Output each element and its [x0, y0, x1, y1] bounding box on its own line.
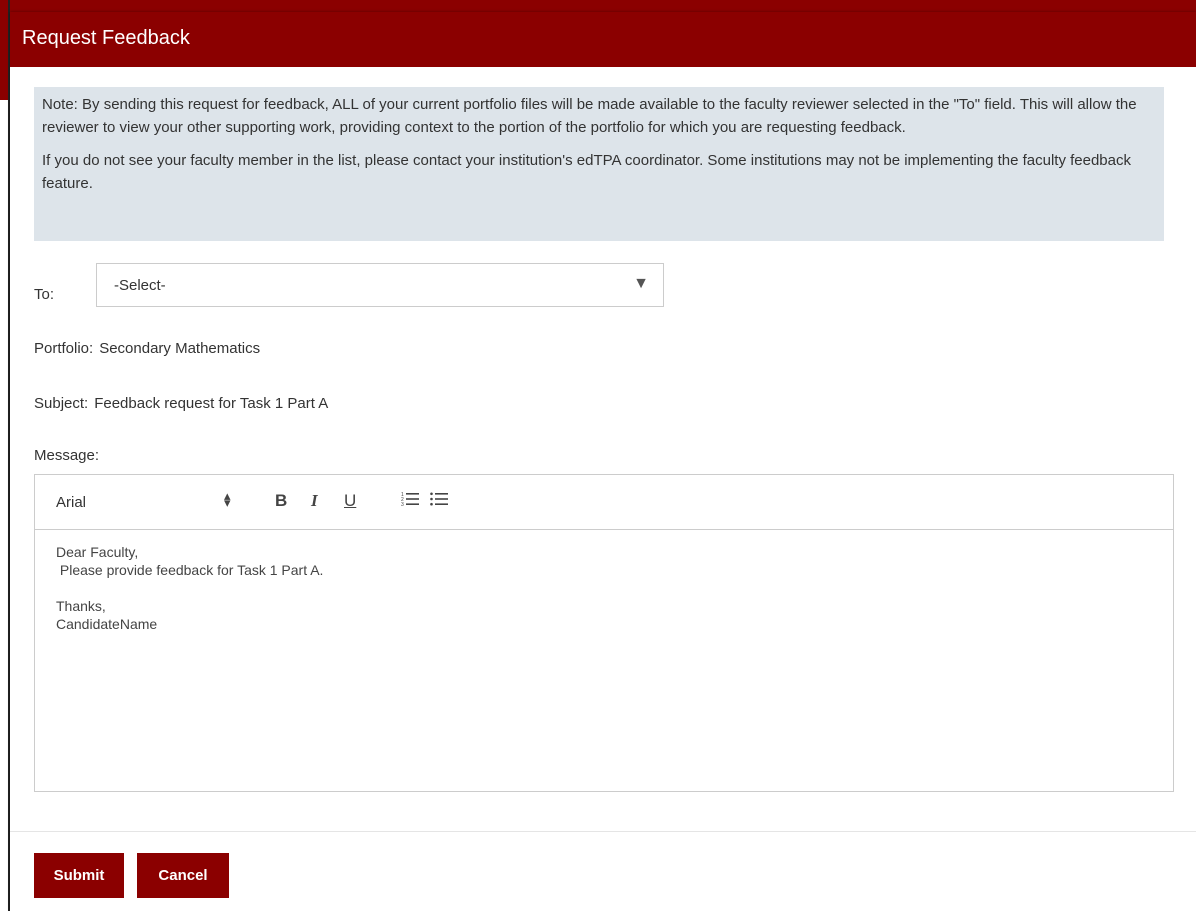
- message-line: Dear Faculty,: [56, 544, 139, 560]
- to-label: To:: [34, 286, 55, 303]
- editor-toolbar: Arial ▴ ▾ B I U 1 2 3: [35, 475, 1173, 530]
- subject-value: Feedback request for Task 1 Part A: [94, 395, 329, 412]
- to-select[interactable]: -Select- ▼: [96, 263, 664, 307]
- note-paragraph-2: If you do not see your faculty member in…: [42, 152, 1131, 192]
- note-paragraph-1: Note: By sending this request for feedba…: [42, 96, 1137, 136]
- subject-label: Subject:: [34, 395, 89, 412]
- up-down-arrows-icon: ▴ ▾: [224, 488, 231, 510]
- footer-divider: [10, 831, 1196, 832]
- message-body[interactable]: Dear Faculty, Please provide feedback fo…: [56, 543, 323, 633]
- message-line: CandidateName: [56, 616, 158, 632]
- note-box: Note: By sending this request for feedba…: [34, 87, 1164, 241]
- triangle-down-icon: ▼: [633, 275, 649, 292]
- message-editor: Arial ▴ ▾ B I U 1 2 3 Dear Faculty, Plea…: [34, 474, 1174, 792]
- message-label: Message:: [34, 447, 100, 464]
- submit-button[interactable]: Submit: [34, 853, 124, 898]
- svg-text:3: 3: [401, 502, 404, 507]
- message-line: Please provide feedback for Task 1 Part …: [56, 562, 324, 578]
- message-line: [56, 579, 323, 597]
- italic-button[interactable]: I: [311, 491, 318, 511]
- portfolio-label: Portfolio:: [34, 340, 94, 357]
- portfolio-value: Secondary Mathematics: [99, 340, 261, 357]
- bold-button[interactable]: B: [275, 491, 287, 511]
- portfolio-row: Portfolio: Secondary Mathematics: [34, 340, 260, 357]
- subject-row: Subject: Feedback request for Task 1 Part…: [34, 395, 328, 412]
- to-select-value: -Select-: [114, 277, 166, 294]
- cancel-button[interactable]: Cancel: [137, 853, 229, 898]
- request-feedback-dialog: Request Feedback Note: By sending this r…: [10, 12, 1196, 911]
- underline-button[interactable]: U: [344, 491, 356, 511]
- dialog-title: Request Feedback: [22, 27, 190, 49]
- dialog-header: Request Feedback: [10, 12, 1196, 67]
- ordered-list-icon[interactable]: 1 2 3: [401, 491, 419, 512]
- font-select[interactable]: Arial: [56, 494, 86, 511]
- bullet-list-icon[interactable]: [430, 491, 448, 512]
- message-line: Thanks,: [56, 598, 106, 614]
